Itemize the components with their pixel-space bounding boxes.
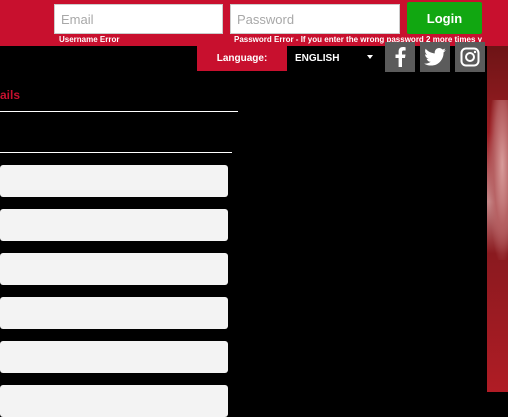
- login-button[interactable]: Login: [407, 2, 482, 34]
- form-field[interactable]: [0, 341, 228, 373]
- form-field[interactable]: [0, 253, 228, 285]
- language-selected-value: ENGLISH: [295, 53, 340, 64]
- section-divider: [0, 152, 232, 153]
- facebook-icon[interactable]: [385, 42, 415, 72]
- instagram-icon[interactable]: [455, 42, 485, 72]
- form-field[interactable]: [0, 297, 228, 329]
- username-error-message: Username Error: [59, 35, 120, 44]
- language-label: Language:: [197, 46, 287, 71]
- form-field[interactable]: [0, 209, 228, 241]
- section-divider: [0, 111, 238, 112]
- language-select[interactable]: ENGLISH: [287, 46, 383, 71]
- chevron-down-icon: [367, 55, 373, 59]
- form-field[interactable]: [0, 165, 228, 197]
- form-field[interactable]: [0, 385, 228, 417]
- background-photo: [487, 46, 508, 392]
- email-input[interactable]: [54, 4, 223, 34]
- password-input[interactable]: [230, 4, 400, 34]
- twitter-icon[interactable]: [420, 42, 450, 72]
- section-title: ails: [0, 88, 21, 102]
